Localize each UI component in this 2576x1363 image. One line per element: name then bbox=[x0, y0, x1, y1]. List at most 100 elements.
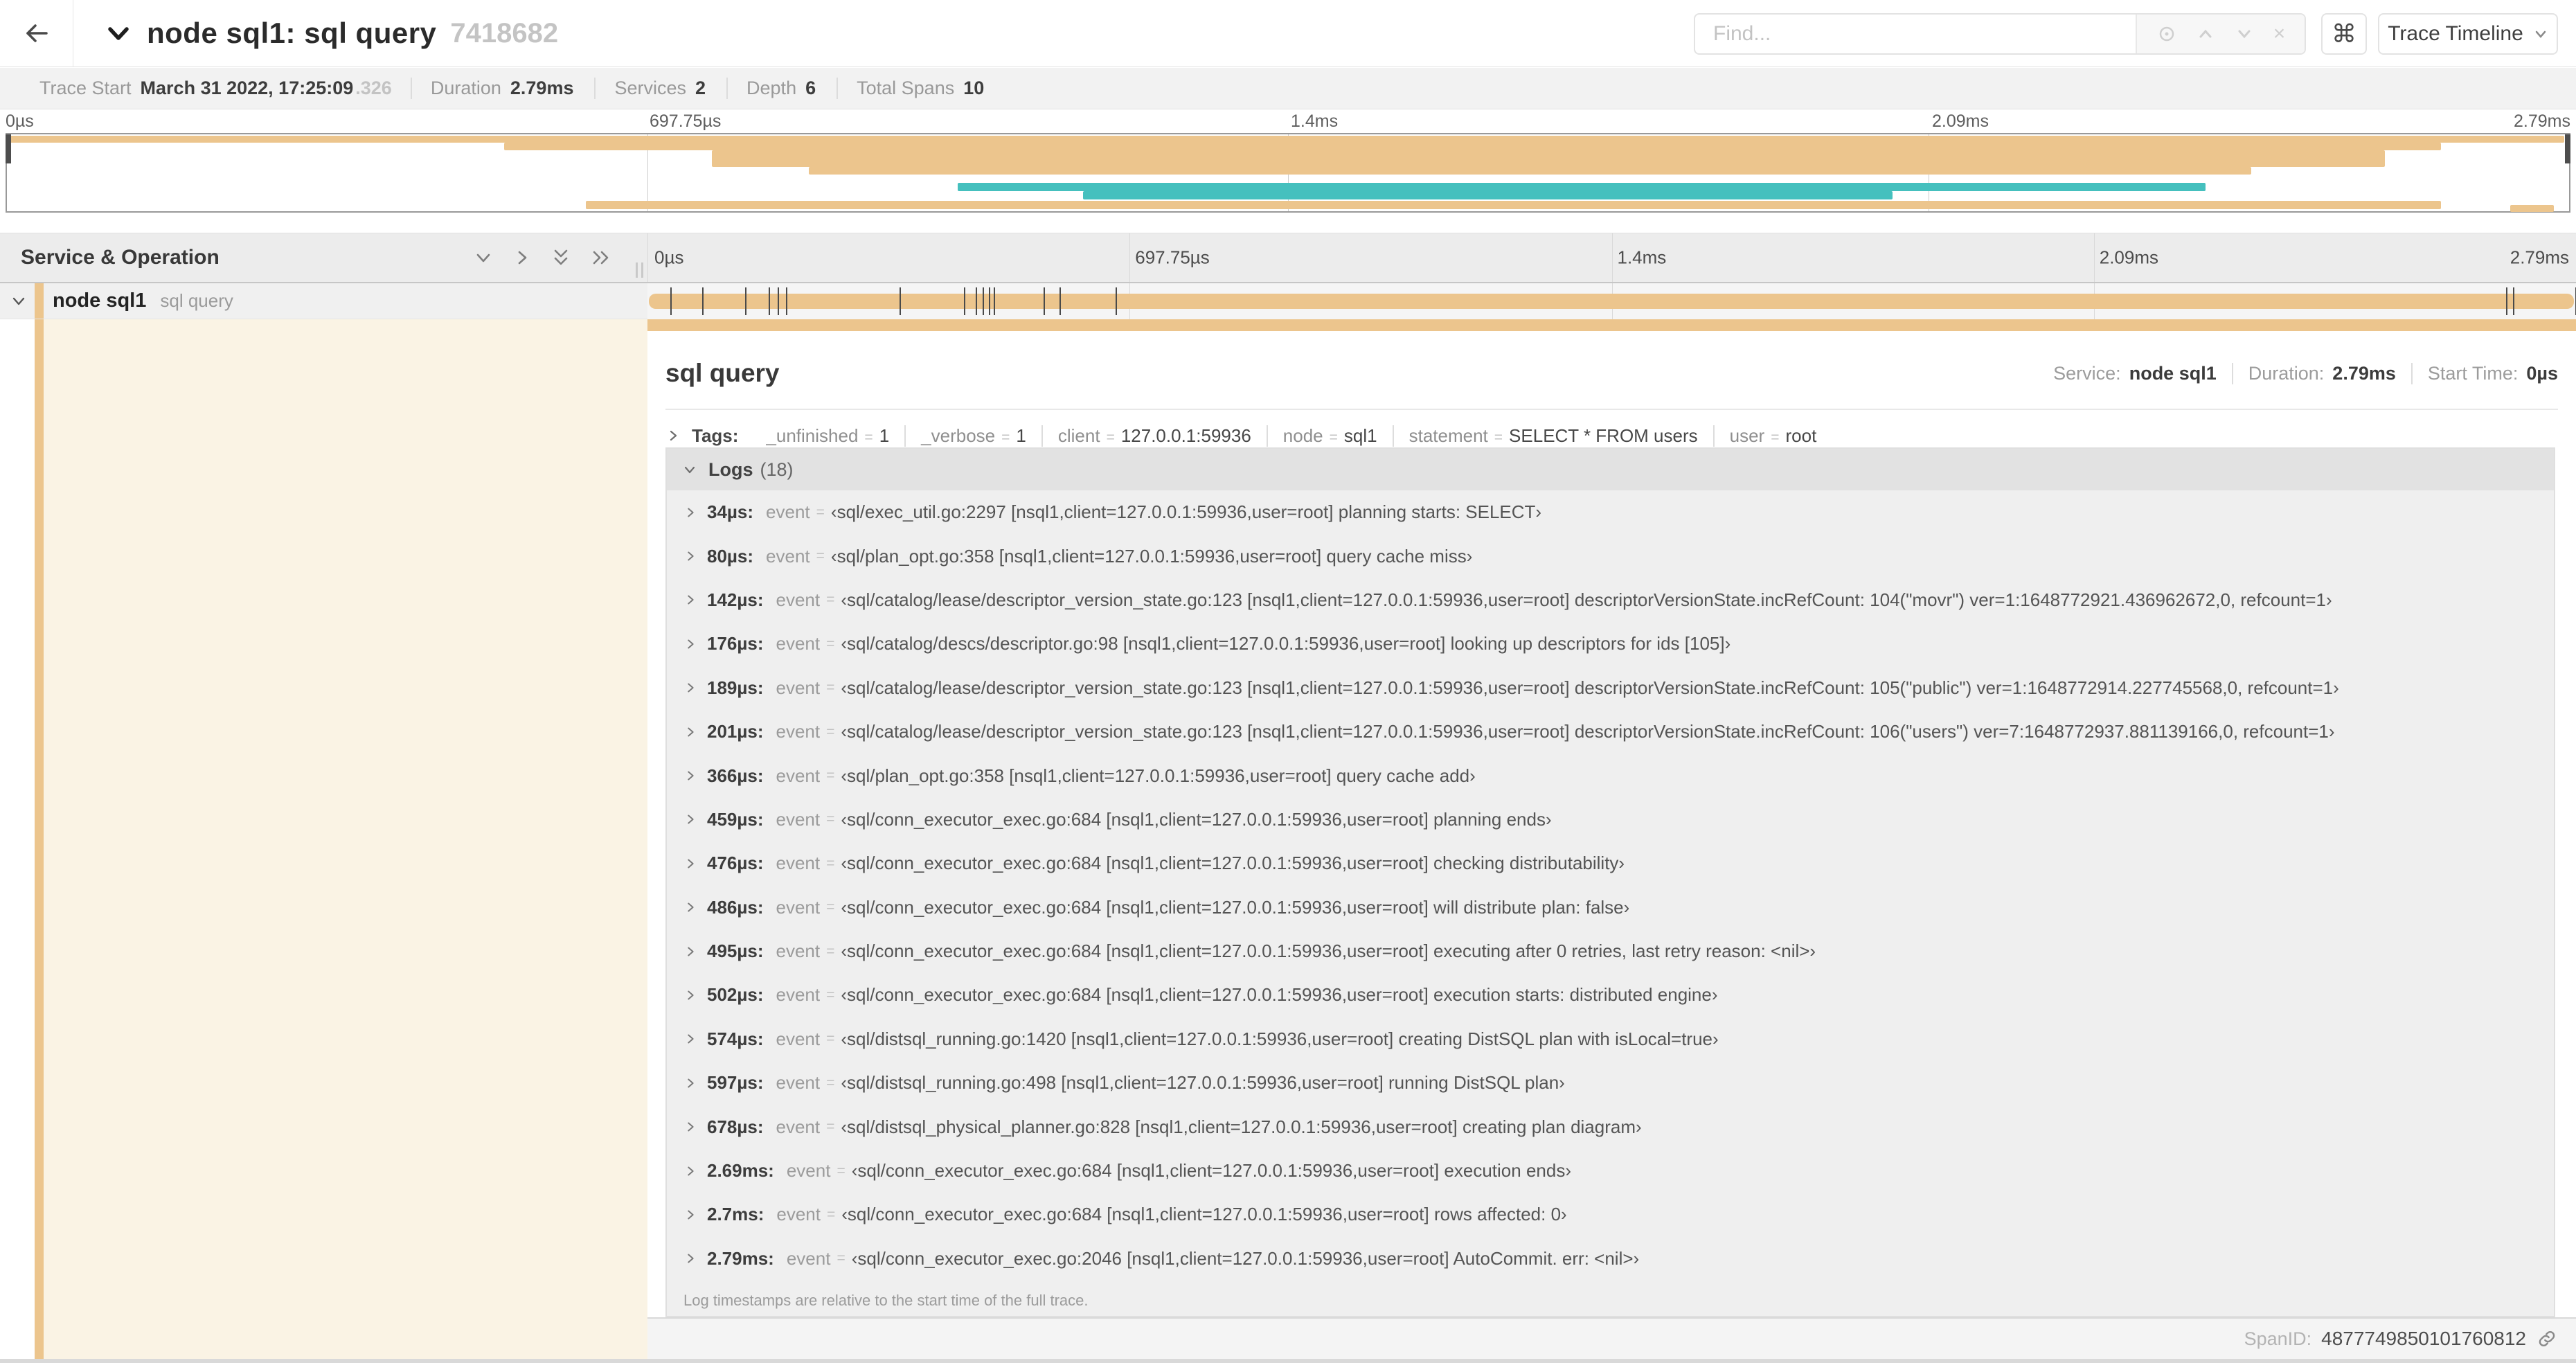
log-row[interactable]: 486µs: event = ‹sql/conn_executor_exec.g… bbox=[667, 886, 2554, 929]
chevron-right-icon bbox=[688, 947, 694, 956]
equals-sign: = bbox=[826, 855, 835, 871]
collapse-one-icon[interactable] bbox=[473, 247, 494, 268]
log-row[interactable]: 176µs: event = ‹sql/catalog/descs/descri… bbox=[667, 622, 2554, 666]
log-row[interactable]: 459µs: event = ‹sql/conn_executor_exec.g… bbox=[667, 798, 2554, 841]
summary-suffix: .326 bbox=[355, 78, 392, 98]
spanid-label: SpanID: bbox=[2244, 1328, 2312, 1349]
equals-sign: = bbox=[826, 811, 835, 828]
equals-sign: = bbox=[826, 1074, 835, 1091]
span-row[interactable]: node sql1 sql query bbox=[0, 283, 2576, 319]
span-timeline-cell[interactable] bbox=[647, 283, 2576, 319]
minimap-canvas[interactable] bbox=[6, 133, 2570, 213]
tag-item: statement = SELECT * FROM users bbox=[1392, 425, 1713, 447]
log-row[interactable]: 574µs: event = ‹sql/distsql_running.go:1… bbox=[667, 1017, 2554, 1061]
trace-minimap[interactable]: 0µs 697.75µs 1.4ms 2.09ms 2.79ms bbox=[0, 110, 2576, 215]
chevron-right-icon bbox=[688, 1210, 694, 1220]
tag-key: statement bbox=[1408, 425, 1488, 446]
log-timestamp: 459µs: bbox=[707, 808, 764, 830]
collapse-trace-chevron[interactable] bbox=[104, 19, 133, 48]
log-row[interactable]: 502µs: event = ‹sql/conn_executor_exec.g… bbox=[667, 973, 2554, 1017]
log-timestamp: 366µs: bbox=[707, 765, 764, 786]
minimap-tick: 2.79ms bbox=[2514, 112, 2570, 131]
stat-value: 2.79ms bbox=[2332, 362, 2396, 384]
log-row[interactable]: 476µs: event = ‹sql/conn_executor_exec.g… bbox=[667, 841, 2554, 885]
log-row[interactable]: 80µs: event = ‹sql/plan_opt.go:358 [nsql… bbox=[667, 534, 2554, 578]
log-row[interactable]: 678µs: event = ‹sql/distsql_physical_pla… bbox=[667, 1105, 2554, 1148]
tag-item: node = sql1 bbox=[1266, 425, 1393, 447]
summary-value: 2.79ms bbox=[510, 78, 574, 98]
prev-match-icon[interactable] bbox=[2196, 24, 2215, 44]
timeline-gridline bbox=[1611, 233, 1613, 282]
log-timestamp: 486µs: bbox=[707, 896, 764, 918]
tag-value: 1 bbox=[1016, 425, 1026, 446]
column-resize-handle[interactable] bbox=[636, 262, 643, 278]
logs-count: (18) bbox=[760, 458, 794, 480]
log-row[interactable]: 495µs: event = ‹sql/conn_executor_exec.g… bbox=[667, 929, 2554, 973]
link-icon[interactable] bbox=[2536, 1328, 2558, 1350]
log-timestamp: 678µs: bbox=[707, 1116, 764, 1137]
logs-accordion-header[interactable]: Logs (18) bbox=[667, 449, 2554, 490]
summary-label: Services bbox=[614, 78, 686, 98]
log-marker bbox=[900, 287, 902, 315]
expand-all-icon[interactable] bbox=[589, 247, 613, 268]
log-marker bbox=[2506, 287, 2508, 315]
chevron-right-icon bbox=[688, 551, 694, 561]
log-row[interactable]: 2.79ms: event = ‹sql/conn_executor_exec.… bbox=[667, 1237, 2554, 1281]
log-message: ‹sql/conn_executor_exec.go:684 [nsql1,cl… bbox=[841, 1204, 1567, 1225]
tag-item: _verbose = 1 bbox=[904, 425, 1041, 447]
log-marker bbox=[777, 287, 779, 315]
log-key: event bbox=[776, 677, 821, 698]
equals-sign: = bbox=[826, 899, 835, 916]
expand-one-icon[interactable] bbox=[512, 247, 533, 268]
clear-find-icon[interactable]: × bbox=[2273, 22, 2286, 46]
log-message: ‹sql/conn_executor_exec.go:684 [nsql1,cl… bbox=[851, 1160, 1571, 1182]
log-row[interactable]: 201µs: event = ‹sql/catalog/lease/descri… bbox=[667, 710, 2554, 754]
equals-sign: = bbox=[826, 591, 835, 608]
summary-value: 6 bbox=[805, 78, 816, 98]
tag-value: root bbox=[1785, 425, 1817, 446]
log-key: event bbox=[776, 941, 821, 962]
minimap-tick: 697.75µs bbox=[650, 112, 722, 131]
log-row[interactable]: 597µs: event = ‹sql/distsql_running.go:4… bbox=[667, 1061, 2554, 1105]
next-match-icon[interactable] bbox=[2235, 24, 2254, 44]
keyboard-shortcuts-button[interactable]: ⌘ bbox=[2321, 13, 2367, 55]
find-search-box[interactable]: Find... × bbox=[1694, 13, 2306, 55]
span-name-cell[interactable]: node sql1 sql query bbox=[0, 283, 647, 319]
trace-view-select[interactable]: Trace Timeline bbox=[2378, 13, 2558, 55]
minimap-left-scrubber[interactable] bbox=[6, 134, 11, 163]
trace-summary-item: Depth 6 bbox=[726, 78, 837, 99]
log-timestamp: 495µs: bbox=[707, 941, 764, 962]
minimap-span-bar bbox=[957, 183, 2206, 191]
trace-summary-bar: Trace Start March 31 2022, 17:25:09 .326… bbox=[0, 68, 2576, 109]
back-button[interactable] bbox=[0, 0, 73, 66]
log-key: event bbox=[776, 589, 821, 610]
log-key: event bbox=[776, 1204, 821, 1225]
log-row[interactable]: 2.69ms: event = ‹sql/conn_executor_exec.… bbox=[667, 1149, 2554, 1193]
log-timestamp: 34µs: bbox=[707, 501, 754, 523]
minimap-right-scrubber[interactable] bbox=[2565, 134, 2570, 163]
find-input[interactable]: Find... bbox=[1695, 15, 2136, 53]
collapse-all-icon[interactable] bbox=[551, 246, 571, 269]
log-marker bbox=[964, 287, 966, 315]
summary-value: 10 bbox=[963, 78, 985, 98]
equals-sign: = bbox=[826, 679, 835, 696]
collapse-span-chevron[interactable] bbox=[10, 292, 28, 310]
log-marker bbox=[1043, 287, 1045, 315]
locate-icon[interactable] bbox=[2156, 24, 2177, 44]
log-key: event bbox=[776, 633, 821, 654]
log-row[interactable]: 366µs: event = ‹sql/plan_opt.go:358 [nsq… bbox=[667, 754, 2554, 797]
detail-top-bar bbox=[647, 319, 2576, 331]
log-row[interactable]: 189µs: event = ‹sql/catalog/lease/descri… bbox=[667, 666, 2554, 710]
log-timestamp: 176µs: bbox=[707, 633, 764, 654]
arrow-left-icon bbox=[26, 24, 48, 42]
detail-stat-item: Service: node sql1 bbox=[2038, 363, 2232, 384]
detail-left-column bbox=[44, 319, 647, 1359]
stat-value: 0µs bbox=[2526, 362, 2558, 384]
minimap-span-bar bbox=[586, 201, 2441, 209]
log-row[interactable]: 142µs: event = ‹sql/catalog/lease/descri… bbox=[667, 578, 2554, 622]
log-row[interactable]: 2.7ms: event = ‹sql/conn_executor_exec.g… bbox=[667, 1193, 2554, 1236]
tag-key: _unfinished bbox=[766, 425, 859, 446]
log-key: event bbox=[776, 1072, 821, 1094]
log-row[interactable]: 34µs: event = ‹sql/exec_util.go:2297 [ns… bbox=[667, 490, 2554, 534]
equals-sign: = bbox=[1106, 429, 1115, 445]
